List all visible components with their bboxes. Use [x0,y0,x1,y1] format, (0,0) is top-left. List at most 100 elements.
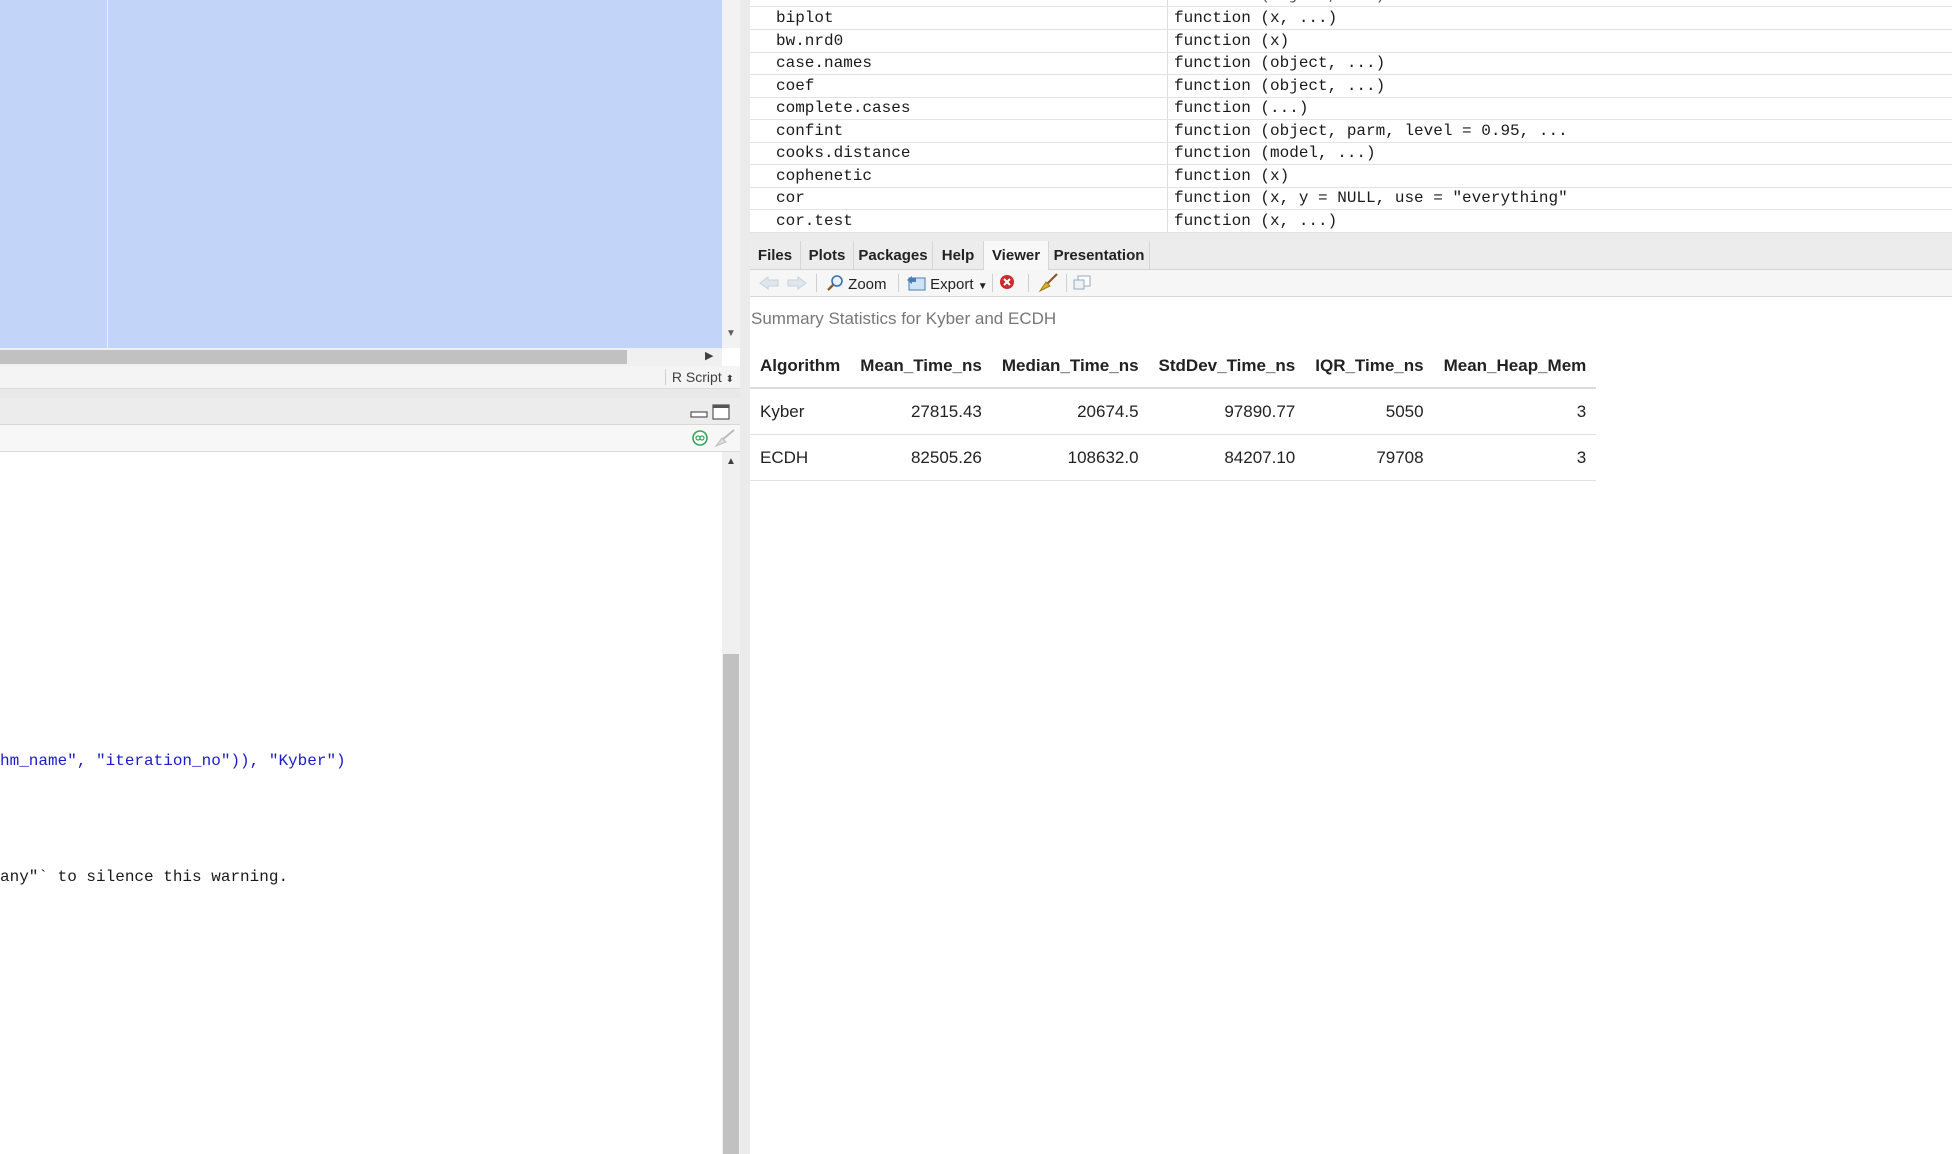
env-name: cooks.distance [776,144,911,162]
tab-files[interactable]: Files [750,241,801,269]
tab-help[interactable]: Help [933,241,984,269]
env-value: function (x, y = NULL, use = "everything… [1174,189,1568,207]
env-value: function (x, ...) [1174,212,1338,230]
tab-plots[interactable]: Plots [801,241,854,269]
editor-status-bar: R Script ⬍ [0,366,740,389]
pane-splitter[interactable] [740,0,750,1154]
table-row[interactable]: bw.nrd0 function (x) [750,30,1952,53]
env-name: cor.test [776,212,853,230]
table-cell: 3 [1433,388,1597,435]
back-arrow-icon[interactable] [758,275,780,291]
summary-statistics-table: Algorithm Mean_Time_ns Median_Time_ns St… [750,345,1597,481]
env-value: function (object, parm, level = 0.95, ..… [1174,122,1568,140]
env-name: confint [776,122,844,140]
env-name: bw.nrd0 [776,32,844,50]
viewer-pane: Summary Statistics for Kyber and ECDH Al… [750,297,1952,1154]
table-row[interactable]: cor.test function (x, ...) [750,210,1952,233]
column-header: Mean_Time_ns [850,345,992,389]
table-cell: 5050 [1305,388,1434,435]
table-cell: Kyber [750,388,851,435]
column-header: Algorithm [750,345,851,389]
scroll-up-arrow-icon[interactable]: ▲ [726,456,736,467]
console-line: any"` to silence this warning. [0,868,289,886]
table-row[interactable]: complete.cases function (...) [750,97,1952,120]
column-header: IQR_Time_ns [1305,345,1434,389]
console-scroll-thumb[interactable] [723,654,739,1154]
env-value: function (x, ...) [1174,9,1338,27]
env-value: function (x) [1174,167,1290,185]
table-caption: Summary Statistics for Kyber and ECDH [751,309,1057,328]
horizontal-scroll-thumb[interactable] [0,350,627,364]
caret-down-icon: ▼ [977,281,988,292]
env-name: complete.cases [776,99,911,117]
pane-gap [0,389,740,398]
table-row[interactable]: confint function (object, parm, level = … [750,120,1952,143]
editor-selection-area[interactable] [0,0,722,348]
zoom-label: Zoom [848,276,887,293]
file-type-selector[interactable]: R Script ⬍ [664,369,734,385]
column-header: Median_Time_ns [991,345,1149,389]
table-row[interactable]: cor function (x, y = NULL, use = "everyt… [750,187,1952,210]
console-vertical-scrollbar[interactable]: ▲ [722,452,740,1154]
pane-gap [750,233,1952,241]
table-row: Kyber 27815.43 20674.5 97890.77 5050 3 [750,388,1597,435]
updown-chevron-icon: ⬍ [725,374,734,385]
table-row[interactable]: cophenetic function (x) [750,165,1952,188]
export-label: Export [930,276,974,293]
viewer-toolbar: Zoom Export ▼ [750,270,1952,297]
magnifier-icon [827,275,843,291]
console-header [0,398,740,425]
clear-console-broom-icon[interactable] [712,428,736,448]
column-header: StdDev_Time_ns [1148,345,1306,389]
env-name: cophenetic [776,167,873,185]
table-row[interactable]: case.names function (object, ...) [750,52,1952,75]
table-cell: 20674.5 [991,388,1149,435]
table-row[interactable]: function (object, ...) [750,0,1952,7]
tab-packages[interactable]: Packages [854,241,933,269]
env-value: function (model, ...) [1174,144,1376,162]
export-image-icon [907,276,926,291]
table-row: ECDH 82505.26 108632.0 84207.10 79708 3 [750,434,1597,481]
env-name: coef [776,77,815,95]
scroll-right-arrow-icon[interactable]: ▶ [705,349,713,362]
console-toolbar [0,425,740,452]
pane-tab-bar: Files Plots Packages Help Viewer Present… [750,241,1952,270]
table-cell: 84207.10 [1148,434,1306,481]
table-cell: ECDH [750,434,851,481]
export-button[interactable]: Export ▼ [906,274,988,293]
env-value: function (object, ...) [1174,54,1386,72]
table-row[interactable]: cooks.distance function (model, ...) [750,142,1952,165]
table-cell: 97890.77 [1148,388,1306,435]
tab-viewer[interactable]: Viewer [984,241,1049,270]
zoom-button[interactable]: Zoom [826,274,887,293]
maximize-pane-icon[interactable] [712,404,730,420]
minimize-pane-icon[interactable] [690,406,708,420]
env-value: function (x) [1174,32,1290,50]
file-type-label: R Script [671,369,722,385]
table-header-row: Algorithm Mean_Time_ns Median_Time_ns St… [750,345,1597,389]
env-value: function (...) [1174,99,1309,117]
editor-gutter-divider [107,0,108,348]
scroll-down-arrow-icon[interactable]: ▼ [726,328,736,339]
env-value: function (object, ...) [1174,77,1386,95]
table-cell: 108632.0 [991,434,1149,481]
clear-all-broom-icon[interactable] [1037,273,1059,293]
env-name: biplot [776,9,834,27]
remove-item-icon[interactable] [999,274,1015,290]
environment-list: function (object, ...) biplot function (… [750,0,1952,233]
table-cell: 3 [1433,434,1597,481]
table-cell: 79708 [1305,434,1434,481]
env-name: cor [776,189,805,207]
open-in-new-window-icon[interactable] [1072,275,1092,291]
console-line: hm_name", "iteration_no")), "Kyber") [0,752,346,770]
table-row[interactable]: biplot function (x, ...) [750,7,1952,30]
r-session-icon[interactable] [691,429,709,447]
table-row[interactable]: coef function (object, ...) [750,75,1952,98]
column-header: Mean_Heap_Mem [1433,345,1597,389]
console-output[interactable]: hm_name", "iteration_no")), "Kyber") any… [0,452,722,1154]
tab-presentation[interactable]: Presentation [1049,241,1150,269]
editor-vertical-scrollbar[interactable]: ▼ [722,0,740,348]
table-cell: 27815.43 [850,388,992,435]
editor-horizontal-scrollbar[interactable]: ▶ [0,348,722,366]
forward-arrow-icon[interactable] [786,275,808,291]
